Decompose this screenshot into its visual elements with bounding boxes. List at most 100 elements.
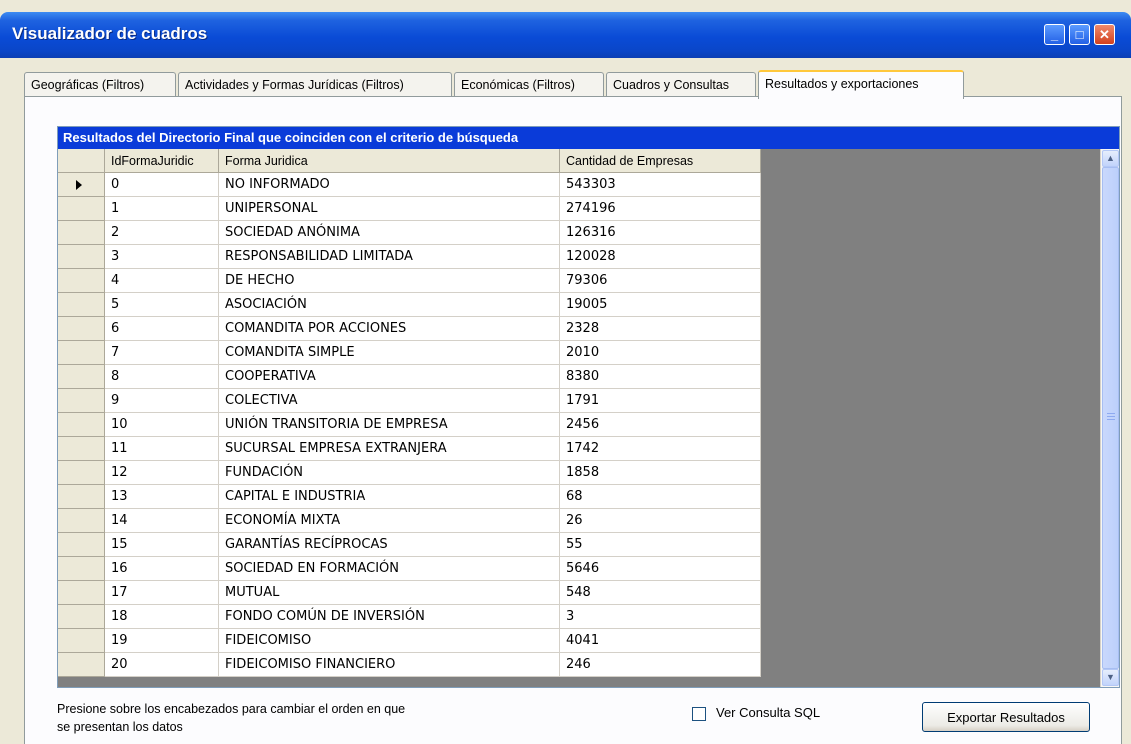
cell-cantidad[interactable]: 4041 xyxy=(560,629,761,653)
row-selector[interactable] xyxy=(58,221,105,245)
cell-id[interactable]: 13 xyxy=(105,485,219,509)
cell-cantidad[interactable]: 126316 xyxy=(560,221,761,245)
cell-forma[interactable]: COMANDITA POR ACCIONES xyxy=(219,317,560,341)
cell-cantidad[interactable]: 26 xyxy=(560,509,761,533)
cell-id[interactable]: 10 xyxy=(105,413,219,437)
row-selector[interactable] xyxy=(58,245,105,269)
sql-checkbox[interactable] xyxy=(692,707,706,721)
cell-cantidad[interactable]: 3 xyxy=(560,605,761,629)
row-header-corner[interactable] xyxy=(58,149,105,173)
cell-forma[interactable]: SOCIEDAD ANÓNIMA xyxy=(219,221,560,245)
row-selector[interactable] xyxy=(58,581,105,605)
cell-id[interactable]: 17 xyxy=(105,581,219,605)
cell-id[interactable]: 6 xyxy=(105,317,219,341)
tab-resultados[interactable]: Resultados y exportaciones xyxy=(758,70,964,99)
cell-id[interactable]: 19 xyxy=(105,629,219,653)
scroll-up-icon[interactable]: ▲ xyxy=(1102,150,1119,167)
cell-id[interactable]: 16 xyxy=(105,557,219,581)
cell-cantidad[interactable]: 1858 xyxy=(560,461,761,485)
cell-id[interactable]: 15 xyxy=(105,533,219,557)
row-selector[interactable] xyxy=(58,485,105,509)
cell-forma[interactable]: SOCIEDAD EN FORMACIÓN xyxy=(219,557,560,581)
row-selector[interactable] xyxy=(58,293,105,317)
minimize-button[interactable]: _ xyxy=(1044,24,1065,45)
cell-cantidad[interactable]: 543303 xyxy=(560,173,761,197)
cell-forma[interactable]: UNIÓN TRANSITORIA DE EMPRESA xyxy=(219,413,560,437)
cell-id[interactable]: 20 xyxy=(105,653,219,677)
cell-forma[interactable]: NO INFORMADO xyxy=(219,173,560,197)
column-header-cantidad[interactable]: Cantidad de Empresas xyxy=(560,149,761,173)
scroll-thumb[interactable] xyxy=(1102,167,1119,669)
cell-id[interactable]: 18 xyxy=(105,605,219,629)
cell-id[interactable]: 8 xyxy=(105,365,219,389)
cell-forma[interactable]: SUCURSAL EMPRESA EXTRANJERA xyxy=(219,437,560,461)
sql-checkbox-label[interactable]: Ver Consulta SQL xyxy=(716,705,820,720)
row-selector[interactable] xyxy=(58,629,105,653)
row-selector[interactable] xyxy=(58,389,105,413)
row-selector[interactable] xyxy=(58,605,105,629)
cell-cantidad[interactable]: 1791 xyxy=(560,389,761,413)
cell-forma[interactable]: FIDEICOMISO xyxy=(219,629,560,653)
cell-id[interactable]: 1 xyxy=(105,197,219,221)
cell-id[interactable]: 0 xyxy=(105,173,219,197)
cell-cantidad[interactable]: 5646 xyxy=(560,557,761,581)
row-selector[interactable] xyxy=(58,653,105,677)
row-selector[interactable] xyxy=(58,365,105,389)
cell-cantidad[interactable]: 19005 xyxy=(560,293,761,317)
cell-id[interactable]: 3 xyxy=(105,245,219,269)
title-bar[interactable]: Visualizador de cuadros _ □ ✕ xyxy=(0,12,1131,58)
row-selector[interactable] xyxy=(58,173,105,197)
export-button[interactable]: Exportar Resultados xyxy=(922,702,1090,732)
row-selector[interactable] xyxy=(58,437,105,461)
cell-forma[interactable]: COMANDITA SIMPLE xyxy=(219,341,560,365)
cell-id[interactable]: 14 xyxy=(105,509,219,533)
close-button[interactable]: ✕ xyxy=(1094,24,1115,45)
row-selector[interactable] xyxy=(58,269,105,293)
tab-geograficas[interactable]: Geográficas (Filtros) xyxy=(24,72,176,97)
tab-economicas[interactable]: Económicas (Filtros) xyxy=(454,72,604,97)
cell-forma[interactable]: CAPITAL E INDUSTRIA xyxy=(219,485,560,509)
cell-cantidad[interactable]: 246 xyxy=(560,653,761,677)
cell-cantidad[interactable]: 55 xyxy=(560,533,761,557)
cell-cantidad[interactable]: 1742 xyxy=(560,437,761,461)
cell-forma[interactable]: COOPERATIVA xyxy=(219,365,560,389)
row-selector[interactable] xyxy=(58,197,105,221)
row-selector[interactable] xyxy=(58,509,105,533)
cell-cantidad[interactable]: 2328 xyxy=(560,317,761,341)
cell-forma[interactable]: RESPONSABILIDAD LIMITADA xyxy=(219,245,560,269)
cell-forma[interactable]: FIDEICOMISO FINANCIERO xyxy=(219,653,560,677)
cell-cantidad[interactable]: 79306 xyxy=(560,269,761,293)
vertical-scrollbar[interactable]: ▲ ▼ xyxy=(1100,149,1119,687)
row-selector[interactable] xyxy=(58,341,105,365)
cell-cantidad[interactable]: 2456 xyxy=(560,413,761,437)
column-header-forma[interactable]: Forma Juridica xyxy=(219,149,560,173)
cell-id[interactable]: 12 xyxy=(105,461,219,485)
cell-id[interactable]: 2 xyxy=(105,221,219,245)
row-selector[interactable] xyxy=(58,317,105,341)
cell-forma[interactable]: COLECTIVA xyxy=(219,389,560,413)
cell-forma[interactable]: GARANTÍAS RECÍPROCAS xyxy=(219,533,560,557)
cell-forma[interactable]: DE HECHO xyxy=(219,269,560,293)
cell-forma[interactable]: FUNDACIÓN xyxy=(219,461,560,485)
cell-id[interactable]: 5 xyxy=(105,293,219,317)
cell-cantidad[interactable]: 274196 xyxy=(560,197,761,221)
cell-cantidad[interactable]: 120028 xyxy=(560,245,761,269)
cell-id[interactable]: 7 xyxy=(105,341,219,365)
cell-forma[interactable]: ASOCIACIÓN xyxy=(219,293,560,317)
cell-id[interactable]: 11 xyxy=(105,437,219,461)
row-selector[interactable] xyxy=(58,557,105,581)
cell-id[interactable]: 4 xyxy=(105,269,219,293)
row-selector[interactable] xyxy=(58,533,105,557)
cell-forma[interactable]: MUTUAL xyxy=(219,581,560,605)
column-header-id[interactable]: IdFormaJuridic xyxy=(105,149,219,173)
cell-forma[interactable]: UNIPERSONAL xyxy=(219,197,560,221)
cell-cantidad[interactable]: 68 xyxy=(560,485,761,509)
maximize-button[interactable]: □ xyxy=(1069,24,1090,45)
row-selector[interactable] xyxy=(58,413,105,437)
row-selector[interactable] xyxy=(58,461,105,485)
cell-cantidad[interactable]: 2010 xyxy=(560,341,761,365)
cell-forma[interactable]: ECONOMÍA MIXTA xyxy=(219,509,560,533)
tab-cuadros[interactable]: Cuadros y Consultas xyxy=(606,72,756,97)
tab-actividades[interactable]: Actividades y Formas Jurídicas (Filtros) xyxy=(178,72,452,97)
cell-forma[interactable]: FONDO COMÚN DE INVERSIÓN xyxy=(219,605,560,629)
